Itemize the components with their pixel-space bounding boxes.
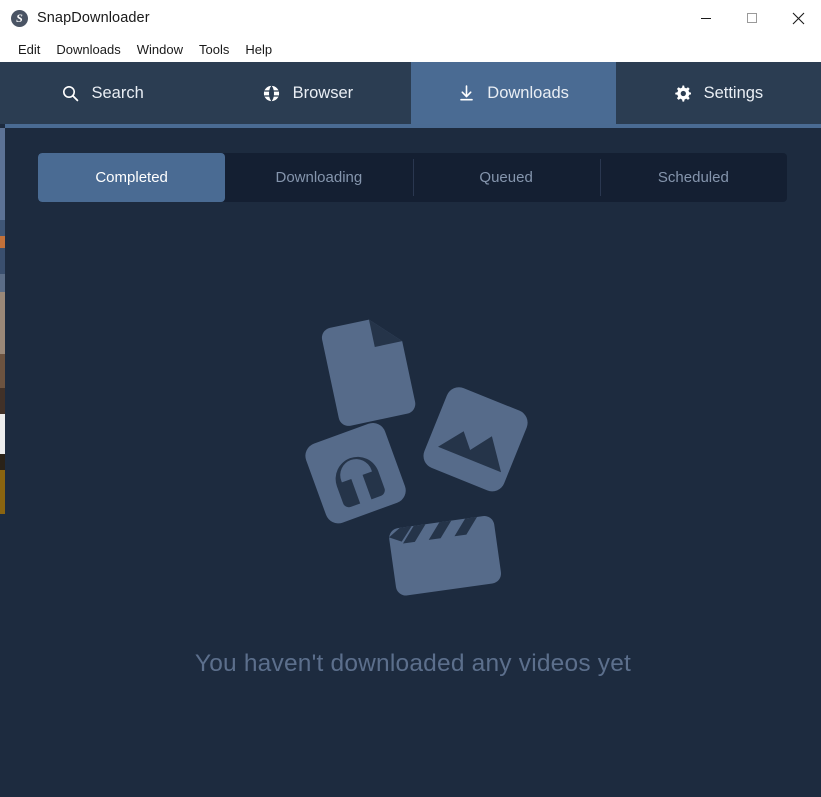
image-file-icon: [420, 383, 532, 495]
audio-headphones-icon: [302, 419, 410, 527]
nav-tab-settings[interactable]: Settings: [616, 62, 821, 124]
document-file-icon: [320, 314, 417, 428]
nav-tab-search[interactable]: Search: [0, 62, 205, 124]
nav-tab-downloads[interactable]: Downloads: [411, 62, 616, 124]
window-controls: [683, 0, 821, 36]
nav-accent-underline: [0, 124, 821, 128]
minimize-icon: [700, 12, 712, 24]
gear-icon: [674, 84, 692, 102]
close-button[interactable]: [775, 0, 821, 36]
empty-state-illustration: [293, 308, 533, 598]
title-bar: S SnapDownloader: [0, 0, 821, 36]
globe-icon: [263, 84, 281, 102]
menu-item-edit[interactable]: Edit: [10, 40, 48, 59]
subtab-queued-label: Queued: [479, 169, 532, 186]
maximize-button[interactable]: [729, 0, 775, 36]
menu-item-window[interactable]: Window: [129, 40, 191, 59]
empty-state-message: You haven't downloaded any videos yet: [195, 650, 631, 678]
search-icon: [61, 84, 79, 102]
subtab-scheduled-label: Scheduled: [658, 169, 729, 186]
subtab-completed[interactable]: Completed: [38, 153, 225, 202]
minimize-button[interactable]: [683, 0, 729, 36]
video-clapperboard-icon: [388, 515, 502, 597]
menu-item-help[interactable]: Help: [237, 40, 280, 59]
subtab-completed-label: Completed: [95, 169, 168, 186]
nav-tab-settings-label: Settings: [704, 84, 764, 103]
nav-tab-downloads-label: Downloads: [487, 84, 569, 103]
menu-item-tools[interactable]: Tools: [191, 40, 237, 59]
subtab-downloading[interactable]: Downloading: [225, 153, 412, 202]
subtab-scheduled[interactable]: Scheduled: [600, 153, 787, 202]
main-navigation: Search Browser Downloads: [0, 62, 821, 124]
downloads-subtabs: Completed Downloading Queued Scheduled: [38, 153, 787, 202]
window-title: SnapDownloader: [37, 10, 150, 26]
subtab-downloading-label: Downloading: [276, 169, 363, 186]
subtab-queued[interactable]: Queued: [413, 153, 600, 202]
menu-bar: Edit Downloads Window Tools Help: [0, 36, 821, 62]
title-bar-left: S SnapDownloader: [0, 0, 683, 36]
download-icon: [457, 84, 475, 102]
nav-tab-browser-label: Browser: [293, 84, 354, 103]
nav-tab-browser[interactable]: Browser: [205, 62, 410, 124]
app-logo-icon: S: [11, 10, 28, 27]
app-window: S SnapDownloader Edit Downloads: [0, 0, 821, 797]
nav-tab-search-label: Search: [91, 84, 143, 103]
nav-underline-gap: [0, 124, 5, 128]
maximize-icon: [746, 12, 758, 24]
close-icon: [792, 12, 805, 25]
menu-item-downloads[interactable]: Downloads: [48, 40, 128, 59]
content-area: Completed Downloading Queued Scheduled: [5, 128, 821, 797]
empty-state: You haven't downloaded any videos yet: [5, 308, 821, 678]
